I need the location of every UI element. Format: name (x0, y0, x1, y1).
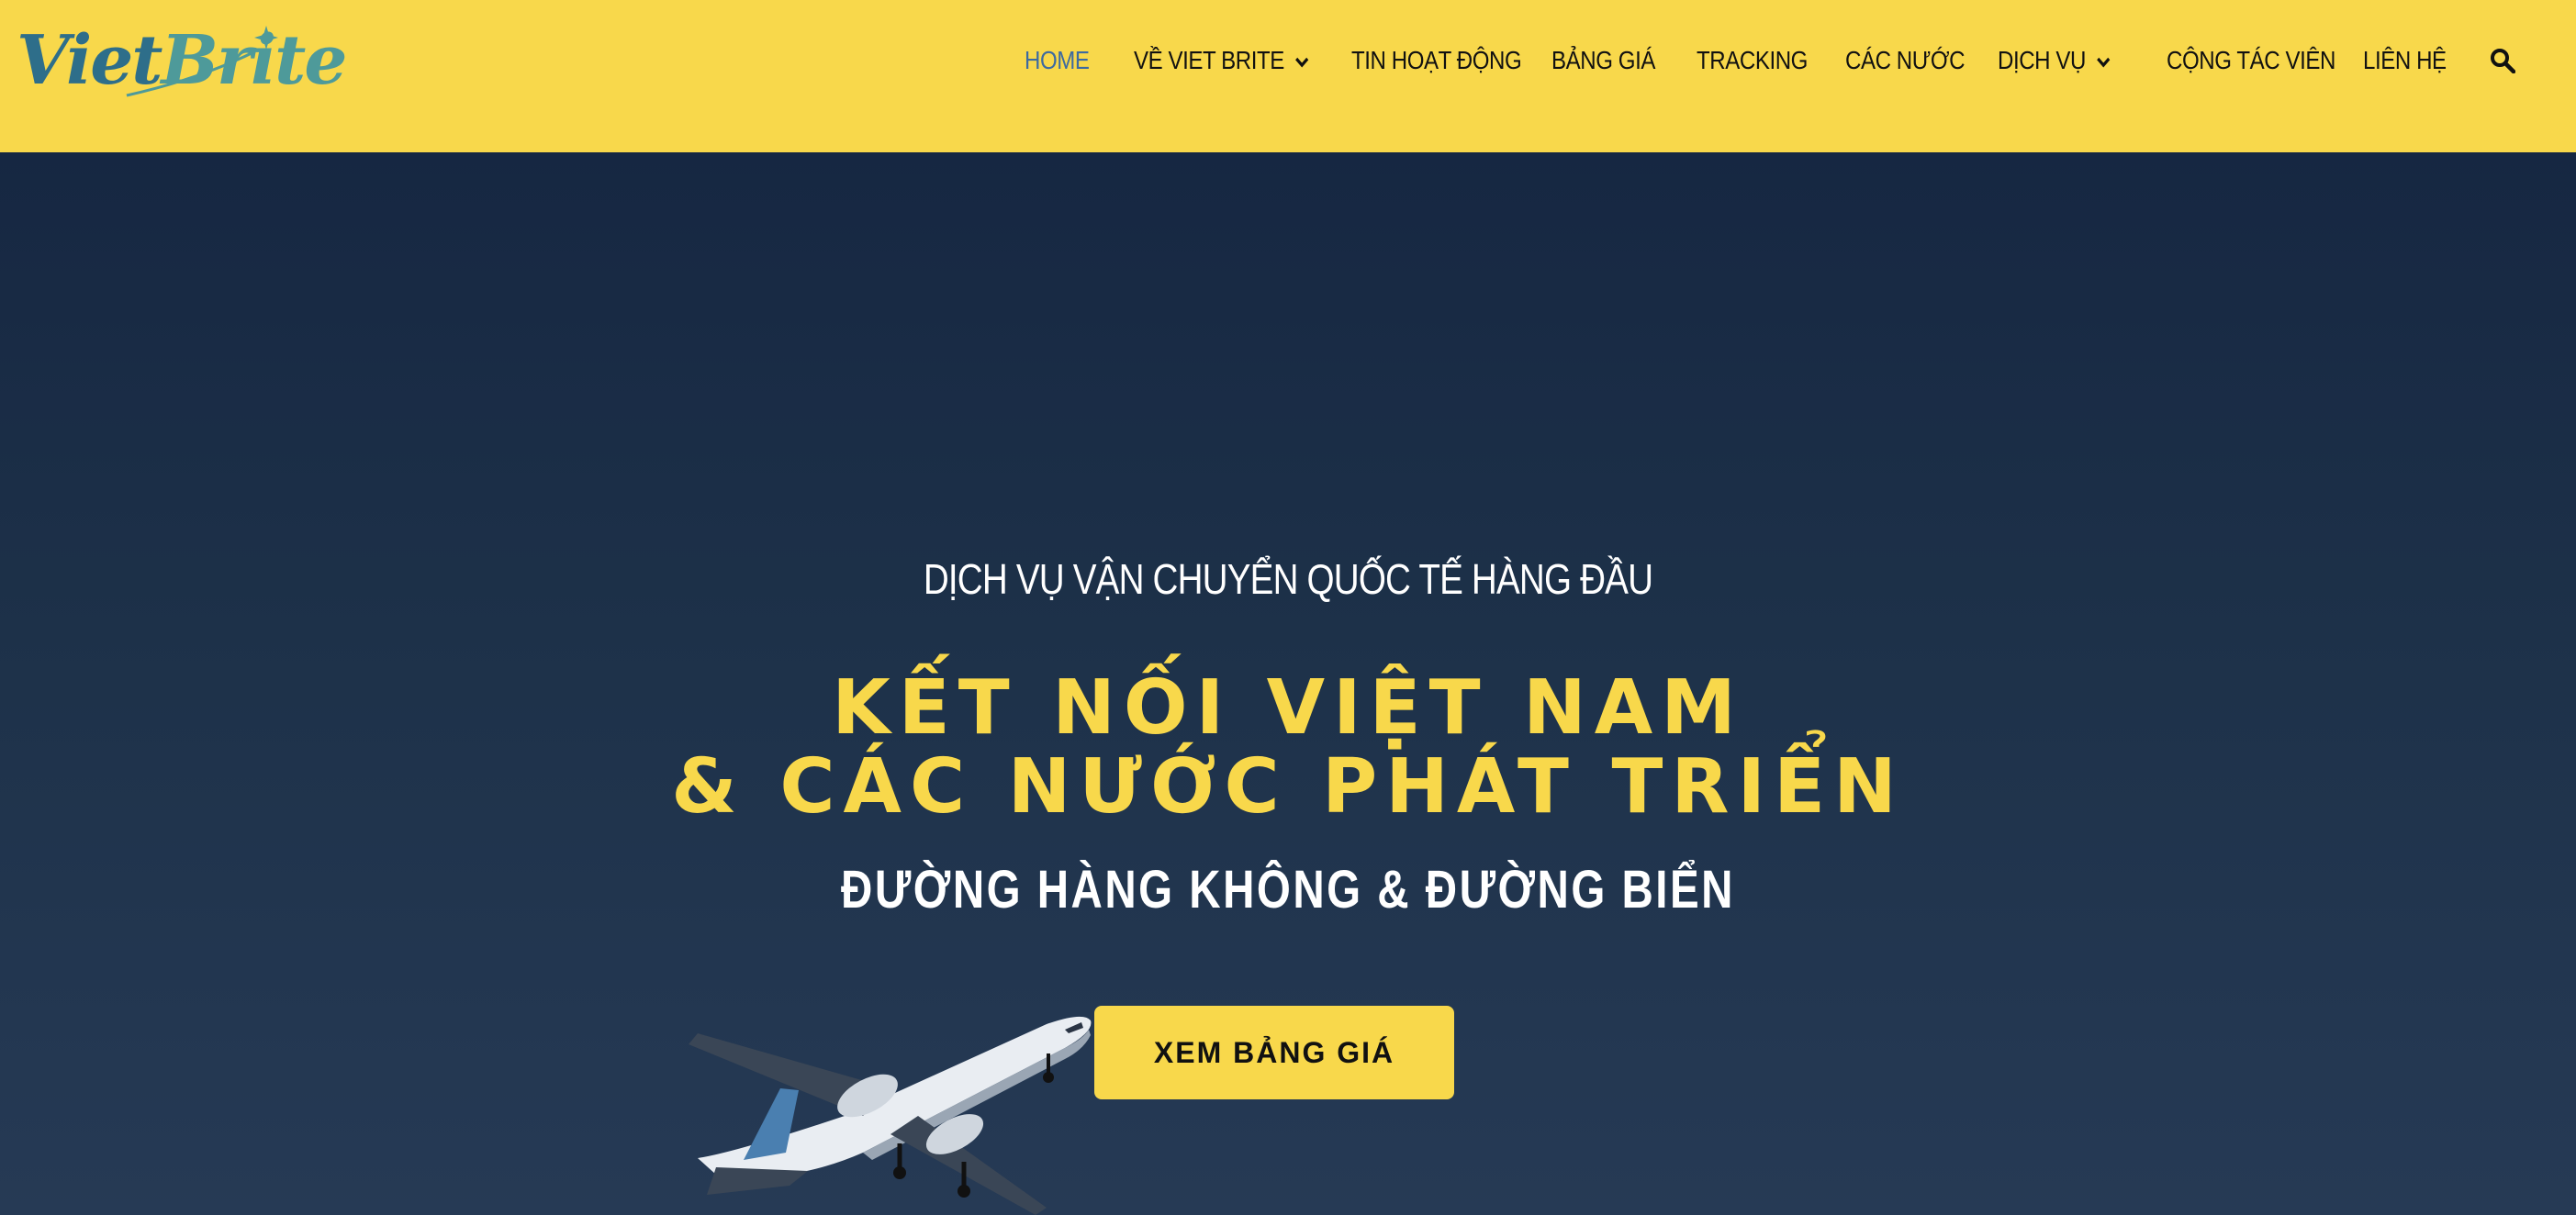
search-icon[interactable] (2490, 48, 2515, 73)
nav-item-ve-viet-brite[interactable]: VỀ VIET BRITE (1134, 42, 1309, 79)
site-header: VietBrite HOME VỀ VIET BRITE TIN HOẠT ĐỘ… (0, 0, 2576, 152)
chevron-down-icon (1294, 56, 1309, 69)
main-nav: HOME VỀ VIET BRITE TIN HOẠT ĐỘNG BẢNG GI… (1010, 0, 2576, 121)
nav-item-lien-he[interactable]: LIÊN HỆ (2363, 42, 2447, 79)
chevron-down-icon (2095, 56, 2111, 69)
nav-item-bang-gia[interactable]: BẢNG GIÁ (1551, 42, 1655, 79)
sparkle-icon (126, 26, 278, 97)
hero-subline: ĐƯỜNG HÀNG KHÔNG & ĐƯỜNG BIỂN (841, 860, 1735, 920)
hero-headline-line2: & CÁC NƯỚC PHÁT TRIỂN (671, 743, 1905, 830)
airplane-image (679, 978, 1102, 1215)
nav-item-cong-tac-vien[interactable]: CỘNG TÁC VIÊN (2167, 42, 2335, 79)
view-pricing-button[interactable]: XEM BẢNG GIÁ (1094, 1006, 1454, 1099)
nav-item-tracking[interactable]: TRACKING (1697, 42, 1808, 79)
viet-brite-logo[interactable]: VietBrite (17, 15, 347, 106)
nav-item-tin-hoat-dong[interactable]: TIN HOẠT ĐỘNG (1351, 42, 1522, 79)
hero-section: DỊCH VỤ VẬN CHUYỂN QUỐC TẾ HÀNG ĐẦU KẾT … (0, 152, 2576, 1215)
hero-headline-line1: KẾT NỐI VIỆT NAM (832, 664, 1744, 752)
nav-item-home[interactable]: HOME (1025, 42, 1090, 79)
hero-eyebrow: DỊCH VỤ VẬN CHUYỂN QUỐC TẾ HÀNG ĐẦU (923, 555, 1653, 603)
nav-item-dich-vu[interactable]: DỊCH VỤ (1998, 42, 2111, 79)
nav-item-cac-nuoc[interactable]: CÁC NƯỚC (1845, 42, 1966, 79)
